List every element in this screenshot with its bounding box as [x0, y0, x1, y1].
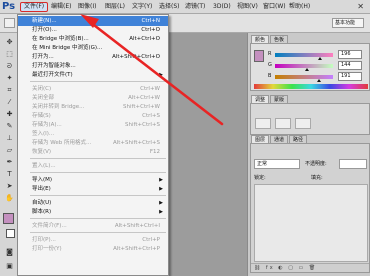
photoshop-logo: Ps [2, 1, 16, 12]
file-menu-item[interactable]: 脚本(R) ▶ [18, 207, 168, 217]
channel-slider-track[interactable] [275, 75, 333, 79]
adjustment-icon[interactable] [255, 118, 271, 129]
pen-tool-icon[interactable]: ✒ [4, 157, 15, 167]
submenu-arrow-icon: ▶ [159, 186, 163, 192]
menu-item-label: 脚本(R) [32, 209, 52, 215]
menu-item-label: 文件简介(F)... [32, 223, 67, 229]
move-tool-icon[interactable]: ✥ [4, 37, 15, 47]
fill-label: 填充: [311, 175, 323, 181]
screen-mode-icon[interactable]: ▣ [4, 261, 15, 271]
color-channel-row: R 196 [268, 50, 368, 60]
menu-image[interactable]: 图像(I) [77, 2, 97, 12]
color-channel-row: B 191 [268, 72, 368, 82]
brush-tool-icon[interactable]: ✎ [4, 121, 15, 131]
hand-tool-icon[interactable]: ✋ [4, 193, 15, 203]
lasso-tool-icon[interactable]: ᘐ [4, 61, 15, 71]
lock-label: 锁定: [254, 175, 266, 181]
channel-value-input[interactable]: 196 [338, 50, 362, 59]
foreground-color-swatch[interactable] [3, 213, 14, 224]
window-close-button[interactable]: ✕ [357, 2, 364, 12]
eyedropper-tool-icon[interactable]: ⁄ [4, 97, 15, 107]
channel-slider-thumb[interactable] [316, 79, 321, 82]
crop-tool-icon[interactable]: ⌗ [4, 85, 15, 95]
color-spectrum-bar[interactable] [254, 84, 368, 89]
tab-paths[interactable]: 路径 [289, 135, 308, 143]
menu-item-label: 最近打开文件(T) [32, 72, 73, 78]
menu-item-shortcut: Alt+Shift+Ctrl+I [114, 223, 160, 229]
layers-bottom-toolbar[interactable]: ⛓ fx ◐ ▢ ▭ 🗑 [251, 263, 369, 272]
opacity-input[interactable] [339, 159, 367, 169]
menu-separator [30, 158, 166, 159]
background-color-swatch[interactable] [6, 229, 15, 238]
quick-mask-icon[interactable]: ◙ [4, 247, 15, 257]
clone-stamp-tool-icon[interactable]: ⊥ [4, 133, 15, 143]
blend-mode-select[interactable]: 正常 [254, 159, 300, 169]
menu-layer[interactable]: 图层(L) [104, 2, 126, 12]
eraser-tool-icon[interactable]: ▱ [4, 145, 15, 155]
file-menu-item[interactable]: 置入(L)... [18, 161, 168, 171]
tab-layers[interactable]: 图层 [251, 135, 270, 143]
menu-view[interactable]: 视图(V) [236, 2, 259, 12]
layers-list [254, 184, 368, 262]
healing-brush-tool-icon[interactable]: ✚ [4, 109, 15, 119]
path-selection-tool-icon[interactable]: ➤ [4, 181, 15, 191]
tab-swatches[interactable]: 色板 [270, 35, 289, 43]
opacity-label: 不透明度: [305, 161, 327, 167]
adjustments-panel [250, 103, 370, 135]
tab-channels[interactable]: 通道 [270, 135, 289, 143]
channel-slider-thumb[interactable] [317, 57, 322, 60]
color-panel: R 196 G 144 B 191 [250, 43, 370, 91]
menu-item-label: 打印一份(Y) [32, 246, 62, 252]
channel-slider-track[interactable] [275, 64, 333, 68]
workspace-switcher[interactable]: 基本功能 [332, 18, 364, 28]
menu-item-shortcut: Alt+Shift+Ctrl+P [113, 246, 160, 252]
channel-letter: R [268, 51, 272, 57]
layers-panel: 正常 不透明度: 锁定: 填充: ⛓ fx ◐ ▢ ▭ 🗑 [250, 143, 370, 273]
menu-type[interactable]: 文字(Y) [131, 2, 153, 12]
tab-masks[interactable]: 蒙版 [270, 95, 289, 103]
menu-separator [30, 232, 166, 233]
menu-window[interactable]: 窗口(W) [262, 2, 287, 12]
submenu-arrow-icon: ▶ [159, 72, 163, 78]
file-menu-item[interactable]: 最近打开文件(T) ▶ [18, 70, 168, 80]
menu-bar: Ps 文件(F) 编辑(E) 图像(I) 图层(L) 文字(Y) 选择(S) 滤镜(T) 3D… [0, 0, 370, 14]
menu-item-label: 导出(E) [32, 186, 51, 192]
channel-slider-thumb[interactable] [305, 68, 310, 71]
menu-edit[interactable]: 编辑(E) [50, 2, 72, 12]
magic-wand-tool-icon[interactable]: ✦ [4, 73, 15, 83]
menu-filter[interactable]: 滤镜(T) [184, 2, 206, 12]
channel-slider-track[interactable] [275, 53, 333, 57]
tool-preset-button[interactable] [4, 18, 15, 28]
channel-value-input[interactable]: 191 [338, 72, 362, 81]
menu-item-label: 置入(L)... [32, 163, 56, 169]
channel-value-input[interactable]: 144 [338, 61, 362, 70]
file-dropdown-menu: 新建(N)... Ctrl+N 打开(O)... Ctrl+O 在 Bridge 中浏览… [17, 14, 169, 276]
menu-item-shortcut: F12 [149, 149, 160, 155]
color-channel-row: G 144 [268, 61, 368, 71]
adjustment-icon[interactable] [275, 118, 291, 129]
adjustment-icon[interactable] [295, 118, 311, 129]
file-menu-item[interactable]: 打印一份(Y) Alt+Shift+Ctrl+P [18, 244, 168, 254]
channel-letter: G [268, 62, 272, 68]
menu-item-label: 恢复(V) [32, 149, 52, 155]
tab-adjustments[interactable]: 调整 [251, 95, 270, 103]
file-menu-item[interactable]: 文件简介(F)... Alt+Shift+Ctrl+I [18, 221, 168, 231]
menu-separator [30, 172, 166, 173]
menu-separator [30, 81, 166, 82]
menu-select[interactable]: 选择(S) [158, 2, 181, 12]
type-tool-icon[interactable]: T [4, 169, 15, 179]
tab-color[interactable]: 颜色 [251, 35, 270, 43]
file-menu-item[interactable]: 恢复(V) F12 [18, 147, 168, 157]
panel-dock: 颜色 色板 R 196 G 144 B 191 调整 蒙版 图层 通道 路径 正常 不透明… [247, 33, 370, 276]
menu-file[interactable]: 文件(F) [20, 2, 49, 12]
menu-help[interactable]: 帮助(H) [288, 2, 311, 12]
menu-3d[interactable]: 3D(D) [212, 2, 232, 12]
marquee-tool-icon[interactable]: ⬚ [4, 49, 15, 59]
channel-letter: B [268, 73, 272, 79]
submenu-arrow-icon: ▶ [159, 209, 163, 215]
menu-separator [30, 218, 166, 219]
foreground-color-preview[interactable] [254, 50, 264, 62]
file-menu-item[interactable]: 导出(E) ▶ [18, 184, 168, 194]
menu-separator [30, 195, 166, 196]
